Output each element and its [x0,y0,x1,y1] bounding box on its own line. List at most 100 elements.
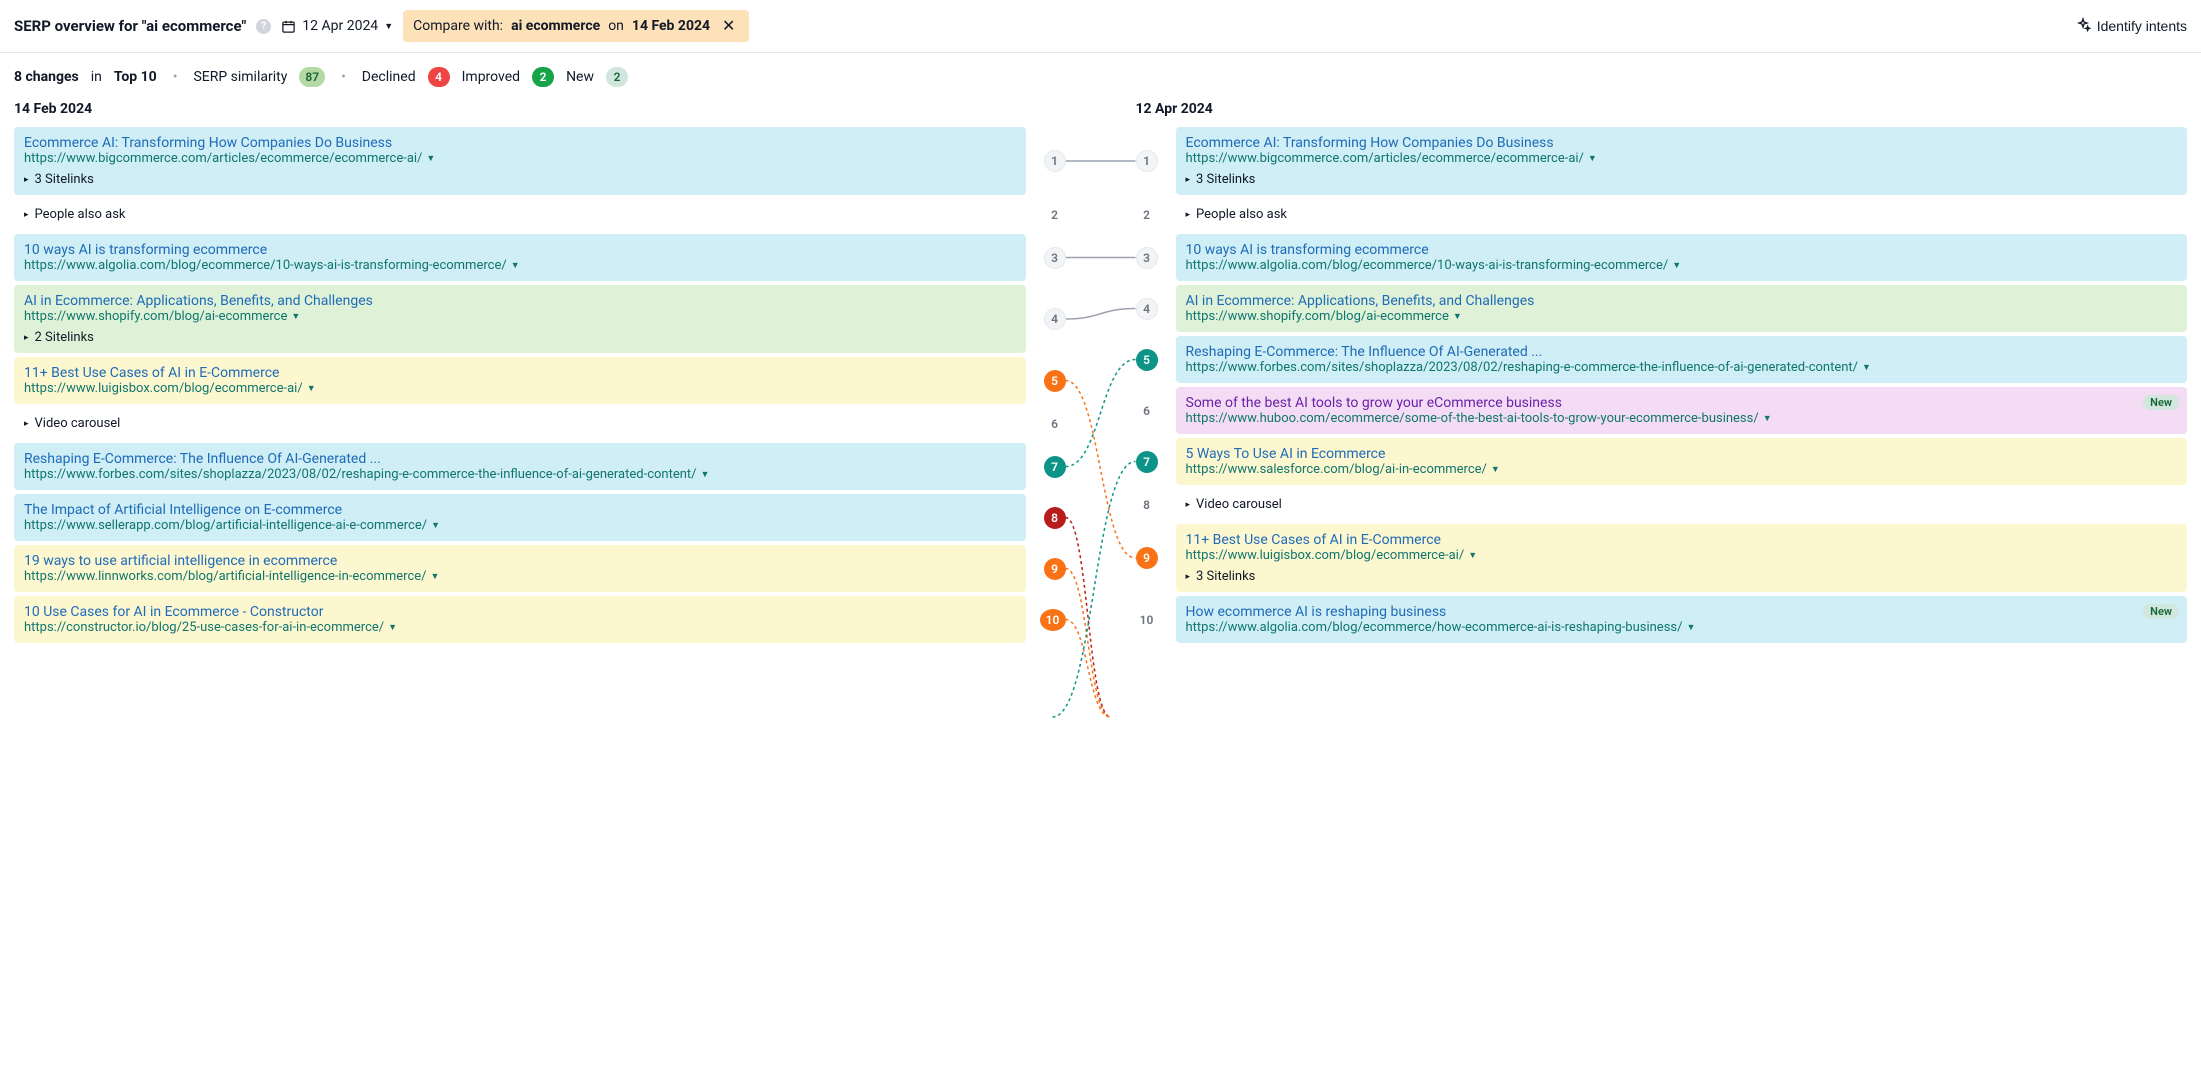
right-date-header: 12 Apr 2024 [1136,101,2188,127]
result-url: https://www.algolia.com/blog/ecommerce/1… [24,258,507,273]
result-title-link[interactable]: 10 ways AI is transforming ecommerce [1186,242,2178,258]
chevron-down-icon[interactable]: ▼ [1491,464,1500,475]
changes-scope: Top 10 [114,69,157,85]
result-title-link[interactable]: Some of the best AI tools to grow your e… [1186,395,2178,411]
result-title-link[interactable]: 10 ways AI is transforming ecommerce [24,242,1016,258]
summary-bar: 8 changes in Top 10 • SERP similarity 87… [0,53,2201,101]
expand-icon[interactable]: ▸ [1186,175,1191,185]
chevron-down-icon[interactable]: ▼ [1672,260,1681,271]
serp-card[interactable]: ▸ People also ask [1176,199,2188,230]
serp-card[interactable]: 10 ways AI is transforming ecommercehttp… [14,234,1026,281]
calendar-icon [281,19,296,34]
serp-row: 8▸Video carousel [1136,489,2188,520]
serp-row: 10How ecommerce AI is reshaping business… [1136,596,2188,643]
expand-icon[interactable]: ▸ [1186,572,1191,582]
serp-card[interactable]: The Impact of Artificial Intelligence on… [14,494,1026,541]
result-title-link[interactable]: How ecommerce AI is reshaping business [1186,604,2178,620]
chevron-down-icon[interactable]: ▼ [1468,550,1477,561]
chevron-down-icon[interactable]: ▼ [291,311,300,322]
serp-row: ▸Video carousel 6 [14,408,1066,439]
serp-card[interactable]: 19 ways to use artificial intelligence i… [14,545,1026,592]
serp-card[interactable]: Reshaping E-Commerce: The Influence Of A… [1176,336,2188,383]
result-title-link[interactable]: Reshaping E-Commerce: The Influence Of A… [24,451,1016,467]
serp-card[interactable]: AI in Ecommerce: Applications, Benefits,… [1176,285,2188,332]
separator-dot: • [169,69,182,85]
serp-card[interactable]: Reshaping E-Commerce: The Influence Of A… [14,443,1026,490]
result-title-link[interactable]: AI in Ecommerce: Applications, Benefits,… [1186,293,2178,309]
result-title-link[interactable]: 10 Use Cases for AI in Ecommerce - Const… [24,604,1016,620]
serp-card[interactable]: 11+ Best Use Cases of AI in E-Commerceht… [14,357,1026,404]
serp-card[interactable]: 10 Use Cases for AI in Ecommerce - Const… [14,596,1026,643]
chevron-down-icon[interactable]: ▼ [431,520,440,531]
help-icon[interactable]: ? [256,19,271,34]
result-title-link[interactable]: 19 ways to use artificial intelligence i… [24,553,1016,569]
result-title-link[interactable]: Ecommerce AI: Transforming How Companies… [1186,135,2178,151]
serp-row: 4AI in Ecommerce: Applications, Benefits… [1136,285,2188,332]
serp-card[interactable]: Ecommerce AI: Transforming How Companies… [1176,127,2188,195]
serp-card[interactable]: 11+ Best Use Cases of AI in E-Commerceht… [1176,524,2188,592]
close-icon[interactable]: ✕ [718,16,739,36]
rank-bubble: 6 [1044,413,1066,435]
left-date-header: 14 Feb 2024 [14,101,1066,127]
serp-card[interactable]: AI in Ecommerce: Applications, Benefits,… [14,285,1026,353]
expand-icon[interactable]: ▸ [24,333,29,343]
serp-card[interactable]: Ecommerce AI: Transforming How Companies… [14,127,1026,195]
new-badge: 2 [606,67,628,87]
result-title-link[interactable]: Reshaping E-Commerce: The Influence Of A… [1186,344,2178,360]
identify-intents-button[interactable]: Identify intents [2075,17,2187,36]
serp-card[interactable]: 10 ways AI is transforming ecommercehttp… [1176,234,2188,281]
rank-bubble: 5 [1136,349,1158,371]
expand-icon[interactable]: ▸ [24,419,29,429]
chevron-down-icon[interactable]: ▼ [1453,311,1462,322]
new-result-badge: New [2143,604,2179,619]
serp-card[interactable]: ▸Video carousel [14,408,1026,439]
rank-bubble: 9 [1136,547,1158,569]
improved-label: Improved [462,69,520,85]
rank-bubble: 8 [1044,507,1066,529]
compare-chip: Compare with: ai ecommerce on 14 Feb 202… [403,10,749,42]
chevron-down-icon[interactable]: ▼ [426,153,435,164]
serp-row: 10 Use Cases for AI in Ecommerce - Const… [14,596,1066,643]
result-title-link[interactable]: 5 Ways To Use AI in Ecommerce [1186,446,2178,462]
result-url: https://www.linnworks.com/blog/artificia… [24,569,427,584]
expand-icon[interactable]: ▸ [24,210,29,220]
result-title-link[interactable]: AI in Ecommerce: Applications, Benefits,… [24,293,1016,309]
rank-bubble: 6 [1136,400,1158,422]
result-title-link[interactable]: The Impact of Artificial Intelligence on… [24,502,1016,518]
chevron-down-icon: ▼ [384,21,393,32]
chevron-down-icon[interactable]: ▼ [431,571,440,582]
serp-card[interactable]: 5 Ways To Use AI in Ecommercehttps://www… [1176,438,2188,485]
serp-feature-label: Video carousel [1196,497,1282,512]
serp-row: AI in Ecommerce: Applications, Benefits,… [14,285,1066,353]
serp-card[interactable]: ▸ Video carousel [1176,489,2188,520]
rank-bubble: 9 [1044,558,1066,580]
chevron-down-icon[interactable]: ▼ [1588,153,1597,164]
top-bar: SERP overview for "ai ecommerce" ? 12 Ap… [0,0,2201,53]
result-title-link[interactable]: 11+ Best Use Cases of AI in E-Commerce [1186,532,2178,548]
chevron-down-icon[interactable]: ▼ [307,383,316,394]
chevron-down-icon[interactable]: ▼ [1686,622,1695,633]
compare-prefix: Compare with: [413,18,503,34]
declined-label: Declined [362,69,416,85]
chevron-down-icon[interactable]: ▼ [1862,362,1871,373]
serp-card[interactable]: ▸People also ask [14,199,1026,230]
serp-card[interactable]: How ecommerce AI is reshaping businessht… [1176,596,2188,643]
result-title-link[interactable]: Ecommerce AI: Transforming How Companies… [24,135,1016,151]
expand-icon[interactable]: ▸ [24,175,29,185]
chevron-down-icon[interactable]: ▼ [511,260,520,271]
expand-icon[interactable]: ▸ [1186,210,1191,220]
result-url: https://www.algolia.com/blog/ecommerce/h… [1186,620,1683,635]
chevron-down-icon[interactable]: ▼ [388,622,397,633]
comparison-columns: 14 Feb 2024 Ecommerce AI: Transforming H… [0,101,2201,687]
result-title-link[interactable]: 11+ Best Use Cases of AI in E-Commerce [24,365,1016,381]
expand-icon[interactable]: ▸ [1186,500,1191,510]
result-url: https://www.sellerapp.com/blog/artificia… [24,518,427,533]
chevron-down-icon[interactable]: ▼ [1763,413,1772,424]
serp-row: ▸People also ask 2 [14,199,1066,230]
rank-bubble: 2 [1044,204,1066,226]
serp-feature-label: People also ask [1196,207,1287,222]
result-url: https://www.luigisbox.com/blog/ecommerce… [1186,548,1465,563]
serp-card[interactable]: Some of the best AI tools to grow your e… [1176,387,2188,434]
date-selector[interactable]: 12 Apr 2024 ▼ [281,18,393,34]
chevron-down-icon[interactable]: ▼ [701,469,710,480]
